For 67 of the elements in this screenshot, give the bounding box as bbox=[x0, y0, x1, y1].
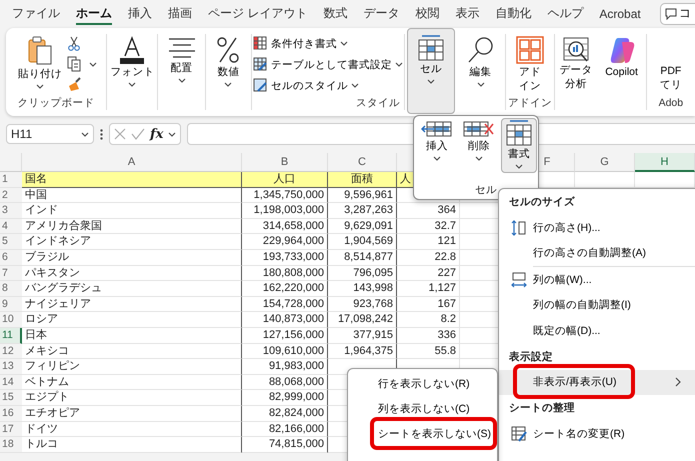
table-cell: 109,610,000 bbox=[242, 344, 328, 360]
table-cell: 127,156,000 bbox=[242, 328, 328, 344]
table-cell: 32.7 bbox=[397, 218, 460, 234]
table-cell: 82,824,000 bbox=[242, 406, 328, 422]
table-cell: インドネシア bbox=[22, 234, 242, 250]
table-cell: インド bbox=[22, 203, 242, 219]
cell-reference: H11 bbox=[11, 127, 32, 141]
table-cell: 22.8 bbox=[397, 250, 460, 266]
table-cell: ブラジル bbox=[22, 250, 242, 266]
table-cell: 154,728,000 bbox=[242, 296, 328, 312]
table-cell: 143,998 bbox=[328, 281, 397, 297]
table-cell: フィリピン bbox=[22, 359, 242, 375]
table-cell: ロシア bbox=[22, 312, 242, 328]
table-cell: 167 bbox=[397, 296, 460, 312]
table-cell: 229,964,000 bbox=[242, 234, 328, 250]
table-cell: ベトナム bbox=[22, 374, 242, 390]
table-cell: 923,768 bbox=[328, 296, 397, 312]
table-cell: 140,873,000 bbox=[242, 312, 328, 328]
table-cell: 193,733,000 bbox=[242, 250, 328, 266]
table-cell: 1,345,750,000 bbox=[242, 188, 328, 204]
table-cell: 314,658,000 bbox=[242, 218, 328, 234]
table-cell: 9,629,091 bbox=[328, 218, 397, 234]
table-cell: 121 bbox=[397, 234, 460, 250]
table-cell: トルコ bbox=[22, 437, 242, 453]
menu-section-header: シートの整理 bbox=[508, 401, 576, 416]
table-cell: 55.8 bbox=[397, 344, 460, 360]
menu-section-header: セルのサイズ bbox=[508, 195, 576, 210]
table-cell: 227 bbox=[397, 266, 460, 282]
table-cell: エジプト bbox=[22, 390, 242, 406]
table-cell: 国名 bbox=[22, 172, 242, 188]
table-cell: 9,596,961 bbox=[328, 188, 397, 204]
table-cell: バングラデシュ bbox=[22, 281, 242, 297]
table-cell: 336 bbox=[397, 328, 460, 344]
table-cell: 人口 bbox=[242, 172, 328, 188]
table-cell: 1,127 bbox=[397, 281, 460, 297]
table-cell: 91,983,000 bbox=[242, 359, 328, 375]
group-label: アドイン bbox=[508, 96, 552, 110]
table-cell: 162,220,000 bbox=[242, 281, 328, 297]
table-cell: 74,815,000 bbox=[242, 437, 328, 453]
group-label: Adob bbox=[658, 96, 684, 110]
table-cell: 17,098,242 bbox=[328, 312, 397, 328]
table-cell: 8.2 bbox=[397, 312, 460, 328]
table-cell: 8,514,877 bbox=[328, 250, 397, 266]
table-cell: 82,999,000 bbox=[242, 390, 328, 406]
table-cell: 82,166,000 bbox=[242, 422, 328, 438]
group-label: クリップボード bbox=[18, 96, 95, 110]
table-cell: 1,198,003,000 bbox=[242, 203, 328, 219]
table-cell: 88,068,000 bbox=[242, 374, 328, 390]
group-label: セル bbox=[475, 183, 497, 197]
table-cell: ナイジェリア bbox=[22, 296, 242, 312]
table-cell: 377,915 bbox=[328, 328, 397, 344]
table-cell: 1,964,375 bbox=[328, 344, 397, 360]
table-cell: 中国 bbox=[22, 188, 242, 204]
table-cell: 日本 bbox=[22, 328, 242, 344]
table-cell: エチオピア bbox=[22, 406, 242, 422]
table-cell: パキスタン bbox=[22, 266, 242, 282]
table-cell: 面積 bbox=[328, 172, 397, 188]
table-cell: 796,095 bbox=[328, 266, 397, 282]
menu-section-header: 表示設定 bbox=[508, 350, 554, 364]
table-cell: アメリカ合衆国 bbox=[22, 218, 242, 234]
table-cell: メキシコ bbox=[22, 344, 242, 360]
table-cell: 3,287,263 bbox=[328, 203, 397, 219]
table-cell: 364 bbox=[397, 203, 460, 219]
table-cell: 180,808,000 bbox=[242, 266, 328, 282]
table-cell: ドイツ bbox=[22, 422, 242, 438]
group-label: スタイル bbox=[356, 96, 402, 110]
table-cell: 1,904,569 bbox=[328, 234, 397, 250]
